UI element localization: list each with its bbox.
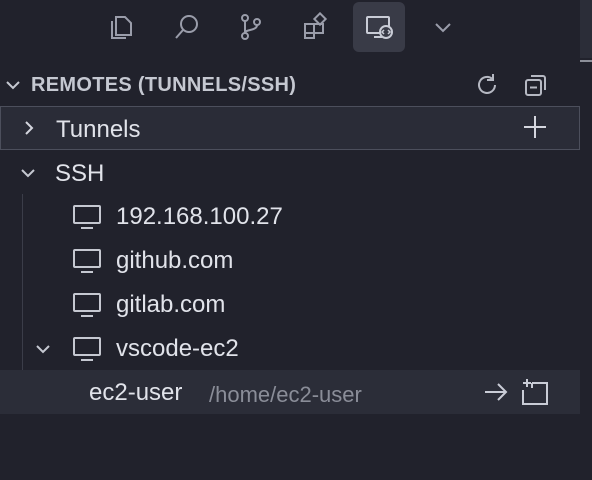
refresh-icon[interactable] [472,70,502,100]
chevron-down-icon[interactable] [34,340,52,363]
section-title: REMOTES (TUNNELS/SSH) [31,74,297,96]
remote-folder-item[interactable]: ec2-user /home/ec2-user [0,370,580,414]
host-label: gitlab.com [116,291,226,318]
extensions-icon[interactable] [290,2,342,52]
host-label: github.com [116,247,234,274]
ssh-host-item[interactable]: 192.168.100.27 [0,194,580,238]
tunnels-label: Tunnels [56,116,141,143]
monitor-icon [72,248,102,279]
search-icon[interactable] [161,2,213,52]
chevron-down-icon[interactable] [19,164,37,187]
chevron-down-icon[interactable] [417,2,469,52]
scrollbar-indicator [580,60,592,62]
explorer-icon[interactable] [96,2,148,52]
monitor-icon [72,204,102,235]
ssh-host-item[interactable]: gitlab.com [0,282,580,326]
ssh-label: SSH [55,160,105,187]
connect-arrow-icon[interactable] [481,377,511,407]
tree-item-ssh[interactable]: SSH [0,150,580,194]
monitor-icon [72,292,102,323]
open-in-new-window-icon[interactable] [520,377,550,407]
activity-bar [0,0,592,58]
source-control-icon[interactable] [225,2,277,52]
folder-path: /home/ec2-user [209,382,362,407]
host-label: 192.168.100.27 [116,203,283,230]
collapse-all-icon[interactable] [521,70,551,100]
tree-item-tunnels[interactable]: Tunnels [0,106,580,150]
ssh-host-item[interactable]: vscode-ec2 [0,326,580,370]
folder-label: ec2-user [89,379,183,406]
chevron-right-icon[interactable] [20,119,38,142]
chevron-down-icon[interactable] [4,76,22,99]
section-header[interactable]: REMOTES (TUNNELS/SSH) [0,62,580,106]
scrollbar-track [580,0,592,58]
ssh-host-item[interactable]: github.com [0,238,580,282]
remote-explorer-icon[interactable] [353,2,405,52]
monitor-icon [72,336,102,367]
host-label: vscode-ec2 [116,335,239,362]
add-icon[interactable] [520,112,550,142]
